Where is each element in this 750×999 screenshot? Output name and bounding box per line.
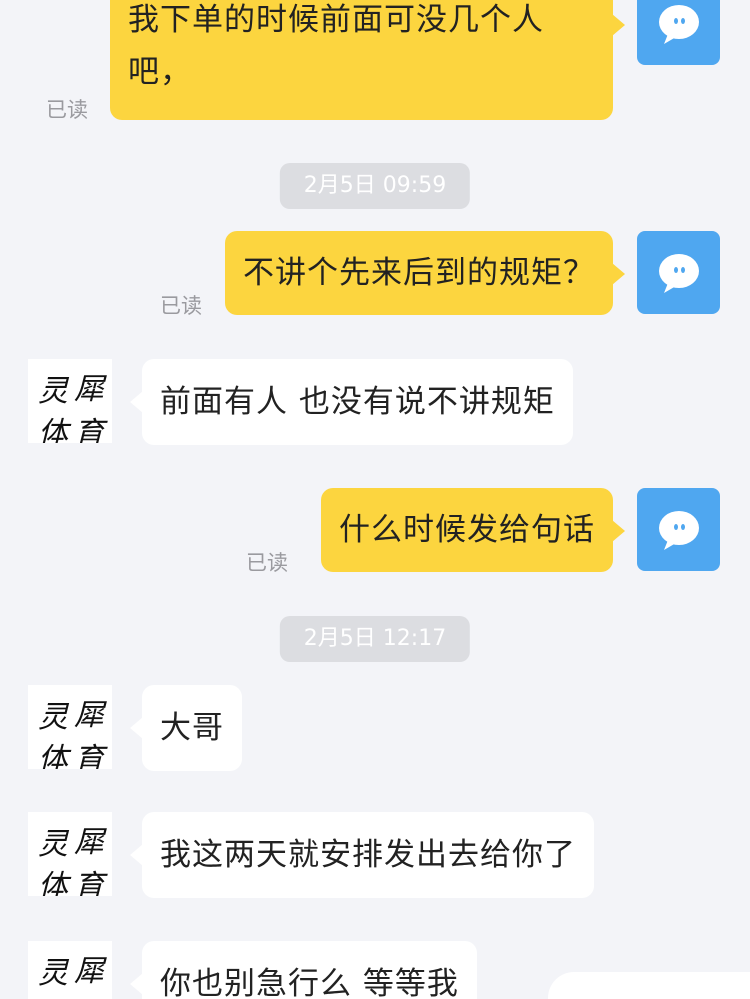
incoming-bubble[interactable]: 我这两天就安排发出去给你了 [130, 812, 594, 898]
incoming-message: 灵 犀 体 育 前面有人 也没有说不讲规矩 [28, 359, 573, 445]
incoming-bubble[interactable]: 你也别急行么 等等我 [130, 941, 477, 999]
timestamp: 2月5日 12:17 [279, 616, 471, 662]
outgoing-bubble[interactable]: 我下单的时候前面可没几个人 吧， [110, 0, 625, 120]
my-avatar[interactable] [637, 231, 720, 314]
outgoing-message: 不讲个先来后到的规矩？ [225, 231, 720, 315]
message-text: 大哥 [160, 710, 224, 746]
my-avatar[interactable] [637, 0, 720, 65]
contact-avatar[interactable]: 灵 犀 体 育 [28, 685, 112, 769]
message-text: 什么时候发给句话 [339, 512, 595, 548]
incoming-message: 灵 犀 体 育 大哥 [28, 685, 242, 771]
read-status: 已读 [246, 551, 288, 575]
message-text: 我下单的时候前面可没几个人 [128, 2, 544, 38]
outgoing-bubble[interactable]: 什么时候发给句话 [321, 488, 625, 572]
my-avatar[interactable] [637, 488, 720, 571]
read-status: 已读 [46, 98, 88, 122]
message-text: 吧， [128, 54, 192, 90]
contact-avatar[interactable]: 灵 犀 体 育 [28, 941, 112, 999]
incoming-message: 灵 犀 体 育 我这两天就安排发出去给你了 [28, 812, 594, 898]
chat-screen: 我下单的时候前面可没几个人 吧， 已读 2月5日 09:59 不讲个先来后到的规… [0, 0, 750, 999]
speech-bubble-face-icon [658, 253, 699, 293]
incoming-message: 灵 犀 体 育 你也别急行么 等等我 [28, 941, 477, 999]
incoming-bubble[interactable]: 前面有人 也没有说不讲规矩 [130, 359, 573, 445]
message-text: 我这两天就安排发出去给你了 [160, 837, 576, 873]
speech-bubble-face-icon [658, 4, 699, 44]
outgoing-message: 什么时候发给句话 [321, 488, 720, 572]
speech-bubble-face-icon [658, 510, 699, 550]
outgoing-bubble[interactable]: 不讲个先来后到的规矩？ [225, 231, 625, 315]
incoming-bubble[interactable]: 大哥 [130, 685, 242, 771]
message-text: 前面有人 也没有说不讲规矩 [160, 384, 555, 420]
read-status: 已读 [160, 294, 202, 318]
message-text: 你也别急行么 等等我 [160, 966, 459, 999]
outgoing-message: 我下单的时候前面可没几个人 吧， [110, 0, 720, 120]
floating-card[interactable] [548, 972, 750, 999]
contact-avatar[interactable]: 灵 犀 体 育 [28, 359, 112, 443]
timestamp: 2月5日 09:59 [279, 163, 471, 209]
message-text: 不讲个先来后到的规矩？ [243, 255, 595, 291]
contact-avatar[interactable]: 灵 犀 体 育 [28, 812, 112, 896]
